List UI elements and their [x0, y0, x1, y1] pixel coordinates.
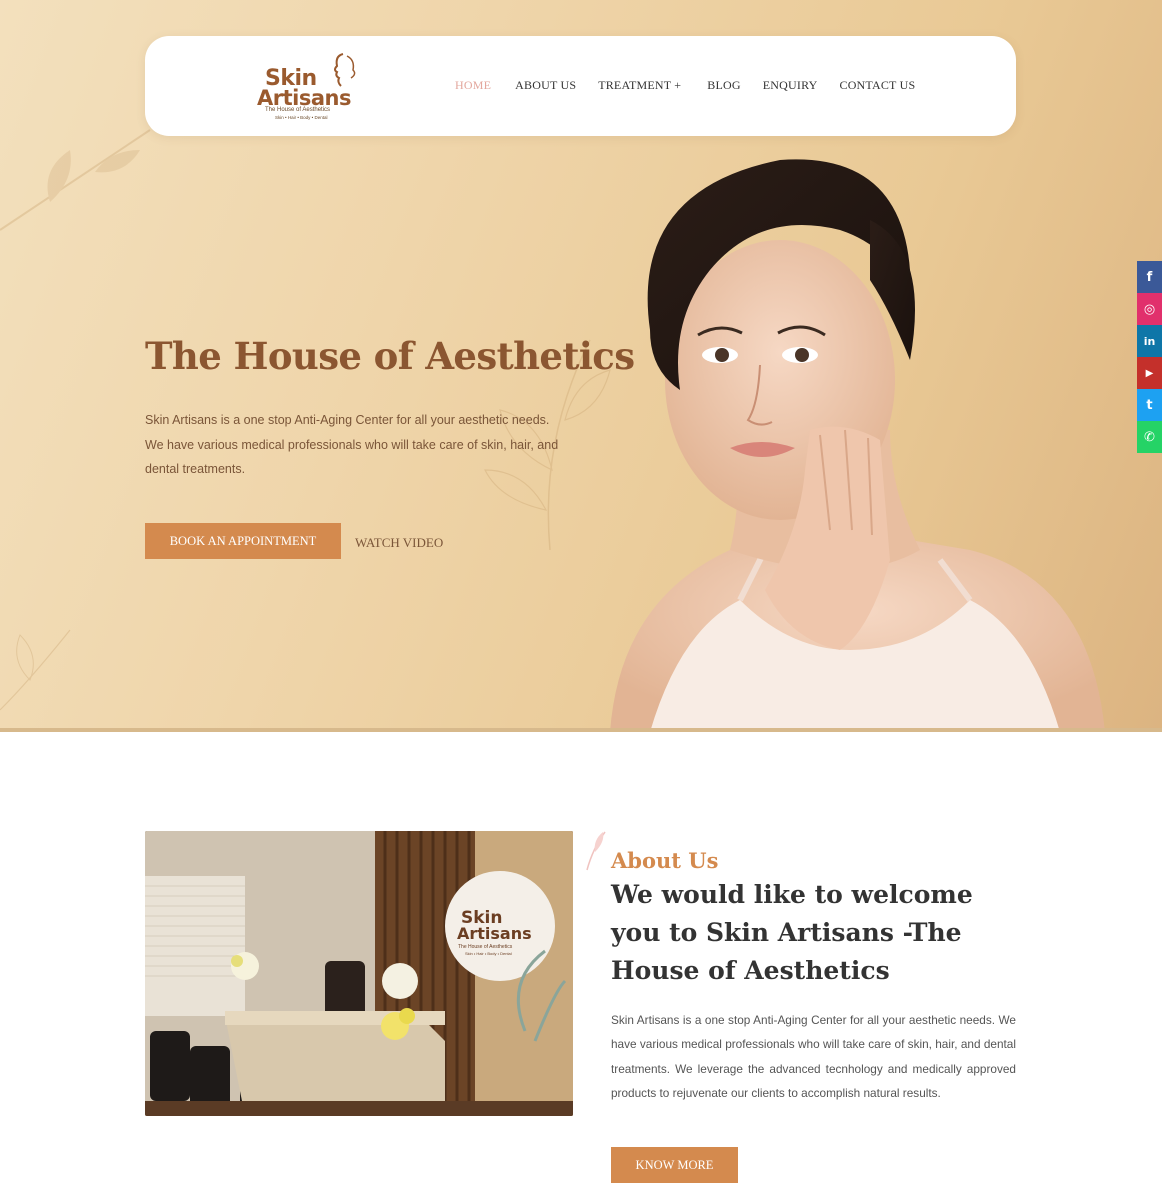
leaf-decoration-icon [0, 129, 151, 231]
sign-text-sub: Skin • Hair • Body • Dental [465, 951, 512, 956]
instagram-icon[interactable]: ◎ [1137, 293, 1162, 325]
sign-text-tagline: The House of Aesthetics [458, 944, 513, 950]
social-sidebar: f ◎ in ▶ t ✆ [1137, 261, 1162, 453]
about-heading: We would like to welcome you to Skin Art… [611, 880, 973, 985]
hero-title: The House of Aesthetics [145, 334, 635, 378]
nav-menu: HOME ABOUT US TREATMENT + BLOG ENQUIRY C… [455, 78, 915, 93]
nav-treatment[interactable]: TREATMENT + [598, 78, 681, 93]
leaf-accent-icon [586, 831, 606, 871]
hero-section: Skin Artisans The House of Aesthetics Sk… [0, 0, 1162, 732]
brand-logo[interactable]: Skin Artisans The House of Aesthetics Sk… [255, 52, 370, 122]
watch-video-link[interactable]: WATCH VIDEO [355, 535, 443, 551]
leaf-decoration-icon [0, 629, 71, 711]
book-appointment-button[interactable]: BOOK AN APPOINTMENT [145, 523, 341, 559]
whatsapp-icon[interactable]: ✆ [1137, 421, 1162, 453]
hero-description: Skin Artisans is a one stop Anti-Aging C… [145, 413, 559, 476]
sign-text-line2: Artisans [457, 924, 532, 943]
about-us-label: About Us [611, 848, 719, 873]
logo-tagline: The House of Aesthetics [265, 107, 331, 113]
hero-model-image [610, 159, 1105, 732]
navbar: Skin Artisans The House of Aesthetics Sk… [145, 36, 1016, 136]
youtube-icon[interactable]: ▶ [1137, 357, 1162, 389]
nav-blog[interactable]: BLOG [707, 78, 740, 93]
nav-contact-us[interactable]: CONTACT US [839, 78, 915, 93]
know-more-button[interactable]: KNOW MORE [611, 1147, 738, 1183]
clinic-reception-illustration: Skin Artisans The House of Aesthetics Sk… [145, 831, 573, 1116]
twitter-icon[interactable]: t [1137, 389, 1162, 421]
nav-enquiry[interactable]: ENQUIRY [763, 78, 818, 93]
about-description: Skin Artisans is a one stop Anti-Aging C… [611, 1013, 1016, 1100]
logo-sub-tagline: Skin • Hair • Body • Dental [275, 115, 328, 120]
nav-home[interactable]: HOME [455, 78, 491, 93]
nav-about-us[interactable]: ABOUT US [515, 78, 576, 93]
linkedin-icon[interactable]: in [1137, 325, 1162, 357]
facebook-icon[interactable]: f [1137, 261, 1162, 293]
clinic-reception-photo: Skin Artisans The House of Aesthetics Sk… [145, 831, 573, 1116]
